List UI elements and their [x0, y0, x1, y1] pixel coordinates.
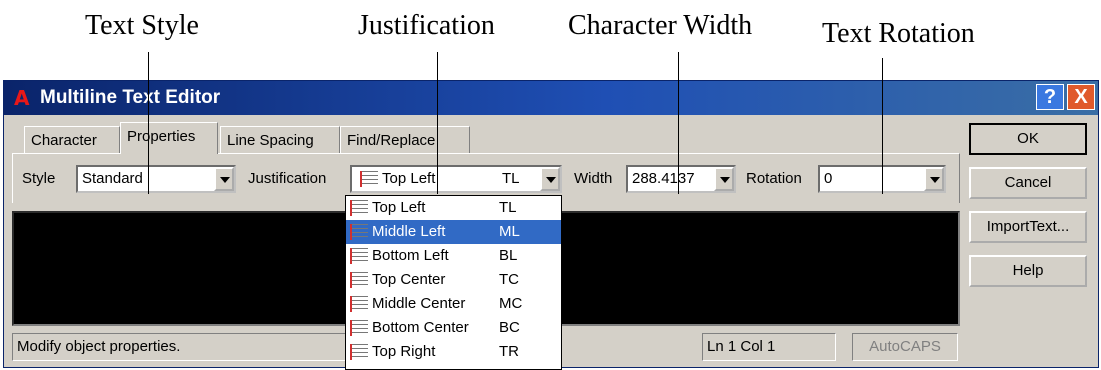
- rotation-label: Rotation: [746, 170, 802, 187]
- width-dropdown-arrow-icon[interactable]: [714, 167, 734, 191]
- bottom-center-justify-icon: [350, 320, 368, 336]
- option-bottom-left[interactable]: Bottom Left BL: [346, 244, 561, 268]
- justification-select[interactable]: Top Left TL: [350, 165, 562, 193]
- width-select[interactable]: 288.4137: [626, 165, 736, 193]
- autocaps-indicator: AutoCAPS: [852, 333, 958, 361]
- top-left-justify-icon: [360, 171, 378, 187]
- rotation-value: 0: [824, 170, 833, 187]
- style-label: Style: [22, 170, 56, 187]
- justification-code: TL: [502, 170, 520, 187]
- option-middle-left[interactable]: Middle Left ML: [346, 220, 561, 244]
- option-top-center[interactable]: Top Center TC: [346, 268, 561, 292]
- justification-label: Justification: [248, 170, 327, 187]
- justification-dropdown-list[interactable]: Top Left TL Middle Left ML Bottom Left B…: [345, 195, 562, 370]
- callout-character-width: Character Width: [568, 10, 753, 41]
- leader-line-text-rotation: [882, 58, 883, 194]
- leader-line-text-style: [148, 52, 149, 194]
- justification-dropdown-arrow-icon[interactable]: [540, 167, 560, 191]
- middle-center-justify-icon: [350, 296, 368, 312]
- cancel-button[interactable]: Cancel: [969, 167, 1087, 199]
- callout-justification: Justification: [358, 10, 495, 41]
- cursor-position-indicator: Ln 1 Col 1: [702, 333, 836, 361]
- autocad-app-icon: A: [14, 86, 30, 110]
- tab-character[interactable]: Character: [24, 126, 120, 153]
- help-button[interactable]: Help: [969, 255, 1087, 287]
- close-button[interactable]: X: [1067, 84, 1095, 110]
- help-title-button[interactable]: ?: [1036, 84, 1064, 110]
- top-center-justify-icon: [350, 272, 368, 288]
- tab-line-spacing[interactable]: Line Spacing: [220, 126, 340, 153]
- top-left-justify-icon: [350, 200, 368, 216]
- bottom-left-justify-icon: [350, 248, 368, 264]
- tab-properties[interactable]: Properties: [120, 122, 218, 154]
- top-right-justify-icon: [350, 344, 368, 360]
- import-text-button[interactable]: ImportText...: [969, 211, 1087, 243]
- title-bar: A Multiline Text Editor ? X: [4, 81, 1098, 115]
- width-value: 288.4137: [632, 170, 695, 187]
- middle-left-justify-icon: [350, 224, 368, 240]
- style-select[interactable]: Standard: [76, 165, 236, 193]
- option-top-right[interactable]: Top Right TR: [346, 340, 561, 364]
- option-middle-center[interactable]: Middle Center MC: [346, 292, 561, 316]
- option-bottom-center[interactable]: Bottom Center BC: [346, 316, 561, 340]
- ok-button[interactable]: OK: [969, 123, 1087, 155]
- tab-find-replace[interactable]: Find/Replace: [340, 126, 470, 153]
- style-dropdown-arrow-icon[interactable]: [214, 167, 234, 191]
- justification-value: Top Left: [382, 170, 436, 187]
- leader-line-justification: [437, 52, 438, 194]
- rotation-dropdown-arrow-icon[interactable]: [924, 167, 944, 191]
- status-message: Modify object properties.: [12, 333, 382, 361]
- callout-text-rotation: Text Rotation: [822, 18, 975, 49]
- width-label: Width: [574, 170, 613, 187]
- callout-text-style: Text Style: [85, 10, 199, 41]
- option-top-left[interactable]: Top Left TL: [346, 196, 561, 220]
- style-value: Standard: [82, 170, 143, 187]
- leader-line-character-width: [678, 52, 679, 194]
- window-title: Multiline Text Editor: [40, 87, 221, 108]
